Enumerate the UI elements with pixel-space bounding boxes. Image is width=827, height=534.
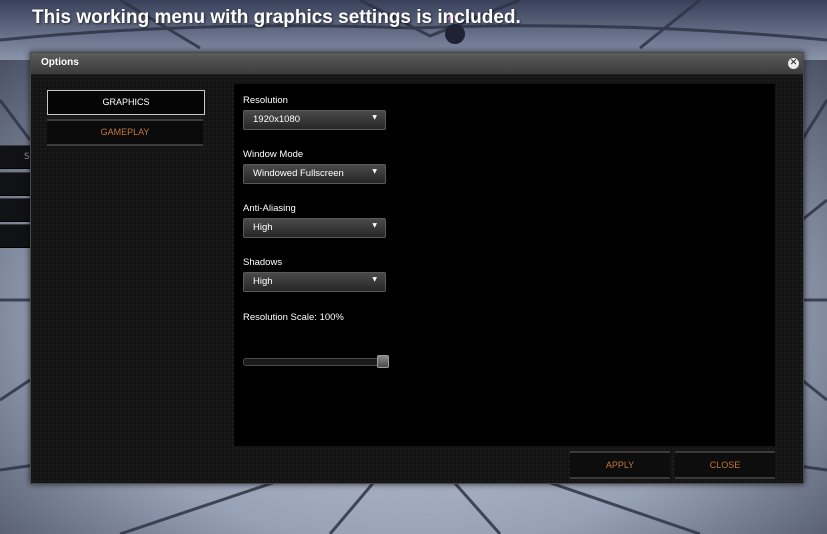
slider-handle[interactable] — [377, 355, 389, 368]
shadows-dropdown[interactable]: High ▼ — [243, 272, 386, 292]
graphics-settings-panel: Resolution 1920x1080 ▼ Window Mode Windo… — [234, 84, 775, 446]
anti-aliasing-value: High — [253, 222, 273, 233]
overlay-caption: This working menu with graphics settings… — [32, 7, 521, 28]
chevron-down-icon: ▼ — [372, 168, 377, 175]
shadows-value: High — [253, 276, 273, 287]
options-window: Options ✕ GRAPHICS GAMEPLAY Resolution 1… — [30, 52, 804, 484]
resolution-scale-label: Resolution Scale: 100% — [243, 312, 344, 323]
window-mode-dropdown[interactable]: Windowed Fullscreen ▼ — [243, 164, 386, 184]
resolution-label: Resolution — [243, 95, 288, 106]
apply-button[interactable]: APPLY — [570, 451, 670, 479]
resolution-dropdown[interactable]: 1920x1080 ▼ — [243, 110, 386, 130]
settings-tabs: GRAPHICS GAMEPLAY — [47, 90, 205, 150]
resolution-scale-slider[interactable] — [243, 358, 389, 366]
window-mode-label: Window Mode — [243, 149, 304, 160]
shadows-label: Shadows — [243, 257, 283, 268]
background-menu-item — [0, 172, 32, 196]
close-icon[interactable]: ✕ — [788, 58, 799, 69]
window-titlebar[interactable]: Options ✕ — [31, 53, 803, 75]
anti-aliasing-label: Anti-Aliasing — [243, 203, 296, 214]
window-mode-value: Windowed Fullscreen — [253, 168, 344, 179]
window-title: Options — [41, 57, 79, 68]
background-menu-item — [0, 224, 32, 248]
tab-gameplay[interactable]: GAMEPLAY — [47, 119, 203, 146]
anti-aliasing-dropdown[interactable]: High ▼ — [243, 218, 386, 238]
background-menu-item: S — [0, 145, 32, 169]
tab-graphics[interactable]: GRAPHICS — [47, 90, 205, 115]
chevron-down-icon: ▼ — [372, 276, 377, 283]
resolution-value: 1920x1080 — [253, 114, 301, 125]
chevron-down-icon: ▼ — [372, 222, 377, 229]
background-menu-item — [0, 198, 32, 222]
chevron-down-icon: ▼ — [372, 114, 377, 121]
close-button[interactable]: CLOSE — [675, 451, 775, 479]
